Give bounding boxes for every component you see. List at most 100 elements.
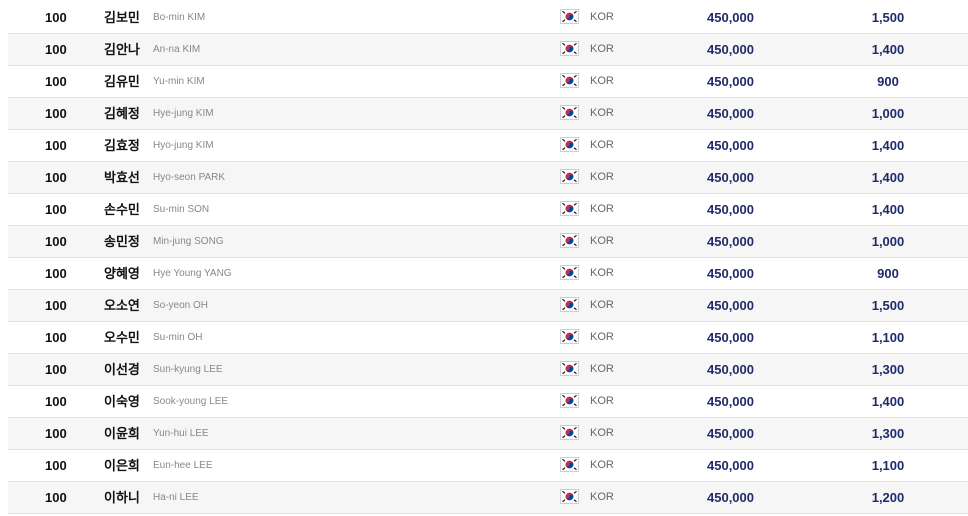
player-name-korean[interactable]: 이숙영 — [104, 386, 140, 417]
korea-flag-icon — [560, 98, 579, 129]
player-name-english: Hyo-seon PARK — [153, 172, 226, 183]
score-cell: 900 — [877, 266, 899, 281]
rank-cell: 100 — [45, 266, 67, 281]
score-cell: 1,400 — [871, 170, 905, 185]
rank-cell: 100 — [45, 490, 67, 505]
points-cell: 450,000 — [707, 426, 754, 441]
table-row[interactable]: 100 오수민 Su-min OH KOR 450,000 1,100 — [8, 322, 968, 354]
player-name-english: Bo-min KIM — [153, 12, 206, 23]
table-row[interactable]: 100 오소연 So-yeon OH KOR 450,000 1,500 — [8, 290, 968, 322]
player-name-korean[interactable]: 김보민 — [104, 2, 140, 33]
table-row[interactable]: 100 김효정 Hyo-jung KIM KOR 450,000 1,400 — [8, 130, 968, 162]
player-name-korean[interactable]: 오소연 — [104, 290, 140, 321]
points-cell: 450,000 — [707, 74, 754, 89]
rank-cell: 100 — [45, 330, 67, 345]
korea-flag-icon — [560, 482, 579, 513]
score-cell: 1,500 — [871, 10, 905, 25]
rank-cell: 100 — [45, 458, 67, 473]
player-name-korean[interactable]: 양혜영 — [104, 258, 140, 289]
score-cell: 1,400 — [871, 138, 905, 153]
player-name-english: Yu-min KIM — [153, 76, 205, 87]
country-code: KOR — [590, 235, 614, 247]
korea-flag-icon — [560, 2, 579, 33]
korea-flag-icon — [560, 258, 579, 289]
country-code: KOR — [590, 11, 614, 23]
country-code: KOR — [590, 203, 614, 215]
points-cell: 450,000 — [707, 458, 754, 473]
score-cell: 1,500 — [871, 298, 905, 313]
table-row[interactable]: 100 양혜영 Hye Young YANG KOR 450,000 900 — [8, 258, 968, 290]
player-name-english: Sun-kyung LEE — [153, 364, 223, 375]
table-row[interactable]: 100 김혜정 Hye-jung KIM KOR 450,000 1,000 — [8, 98, 968, 130]
player-name-korean[interactable]: 이하니 — [104, 482, 140, 513]
player-name-english: Su-min OH — [153, 332, 203, 343]
score-cell: 1,400 — [871, 202, 905, 217]
rank-cell: 100 — [45, 42, 67, 57]
korea-flag-icon — [560, 322, 579, 353]
player-name-english: Min-jung SONG — [153, 236, 224, 247]
korea-flag-icon — [560, 66, 579, 97]
points-cell: 450,000 — [707, 362, 754, 377]
rank-cell: 100 — [45, 10, 67, 25]
table-row[interactable]: 100 송민정 Min-jung SONG KOR 450,000 1,000 — [8, 226, 968, 258]
player-name-korean[interactable]: 김유민 — [104, 66, 140, 97]
country-code: KOR — [590, 43, 614, 55]
korea-flag-icon — [560, 290, 579, 321]
table-row[interactable]: 100 박효선 Hyo-seon PARK KOR 450,000 1,400 — [8, 162, 968, 194]
country-code: KOR — [590, 107, 614, 119]
points-cell: 450,000 — [707, 202, 754, 217]
score-cell: 1,400 — [871, 42, 905, 57]
player-name-korean[interactable]: 박효선 — [104, 162, 140, 193]
player-name-english: Hyo-jung KIM — [153, 140, 214, 151]
table-row[interactable]: 100 김안나 An-na KIM KOR 450,000 1,400 — [8, 34, 968, 66]
player-name-korean[interactable]: 이윤희 — [104, 418, 140, 449]
rank-cell: 100 — [45, 202, 67, 217]
country-code: KOR — [590, 459, 614, 471]
points-cell: 450,000 — [707, 10, 754, 25]
table-row[interactable]: 100 김보민 Bo-min KIM KOR 450,000 1,500 — [8, 2, 968, 34]
rank-cell: 100 — [45, 298, 67, 313]
rank-cell: 100 — [45, 106, 67, 121]
rank-cell: 100 — [45, 394, 67, 409]
points-cell: 450,000 — [707, 138, 754, 153]
player-name-english: Yun-hui LEE — [153, 428, 209, 439]
points-cell: 450,000 — [707, 298, 754, 313]
rank-cell: 100 — [45, 234, 67, 249]
points-cell: 450,000 — [707, 170, 754, 185]
rankings-table: 100 김보민 Bo-min KIM KOR 450,000 1,500 100 — [8, 2, 968, 514]
score-cell: 1,300 — [871, 362, 905, 377]
player-name-korean[interactable]: 송민정 — [104, 226, 140, 257]
player-name-korean[interactable]: 김안나 — [104, 34, 140, 65]
score-cell: 1,200 — [871, 490, 905, 505]
country-code: KOR — [590, 299, 614, 311]
score-cell: 1,100 — [871, 330, 905, 345]
player-name-korean[interactable]: 이선경 — [104, 354, 140, 385]
points-cell: 450,000 — [707, 330, 754, 345]
korea-flag-icon — [560, 418, 579, 449]
table-row[interactable]: 100 이하니 Ha-ni LEE KOR 450,000 1,200 — [8, 482, 968, 514]
player-name-korean[interactable]: 이은희 — [104, 450, 140, 481]
country-code: KOR — [590, 267, 614, 279]
table-row[interactable]: 100 이선경 Sun-kyung LEE KOR 450,000 1,300 — [8, 354, 968, 386]
score-cell: 1,000 — [871, 234, 905, 249]
korea-flag-icon — [560, 130, 579, 161]
korea-flag-icon — [560, 386, 579, 417]
table-row[interactable]: 100 손수민 Su-min SON KOR 450,000 1,400 — [8, 194, 968, 226]
player-name-korean[interactable]: 손수민 — [104, 194, 140, 225]
korea-flag-icon — [560, 354, 579, 385]
player-name-korean[interactable]: 김효정 — [104, 130, 140, 161]
player-name-korean[interactable]: 오수민 — [104, 322, 140, 353]
country-code: KOR — [590, 75, 614, 87]
player-name-korean[interactable]: 김혜정 — [104, 98, 140, 129]
table-row[interactable]: 100 이은희 Eun-hee LEE KOR 450,000 1,100 — [8, 450, 968, 482]
table-row[interactable]: 100 이윤희 Yun-hui LEE KOR 450,000 1,300 — [8, 418, 968, 450]
score-cell: 1,000 — [871, 106, 905, 121]
korea-flag-icon — [560, 450, 579, 481]
player-name-english: Eun-hee LEE — [153, 460, 213, 471]
points-cell: 450,000 — [707, 42, 754, 57]
player-name-english: So-yeon OH — [153, 300, 209, 311]
table-row[interactable]: 100 김유민 Yu-min KIM KOR 450,000 900 — [8, 66, 968, 98]
score-cell: 1,400 — [871, 394, 905, 409]
rank-cell: 100 — [45, 138, 67, 153]
table-row[interactable]: 100 이숙영 Sook-young LEE KOR 450,000 1,400 — [8, 386, 968, 418]
